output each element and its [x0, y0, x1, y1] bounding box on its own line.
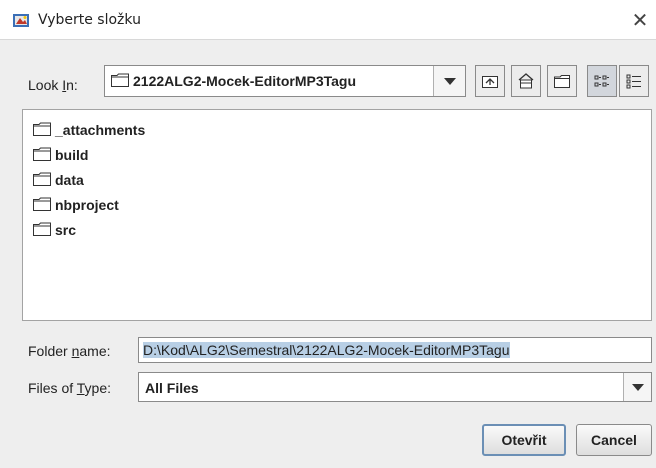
window-title: Vyberte složku [38, 12, 141, 28]
close-button[interactable]: ✕ [626, 6, 654, 34]
close-icon: ✕ [631, 8, 649, 32]
home-button[interactable] [511, 65, 541, 97]
file-name: src [55, 222, 77, 238]
look-in-label: Look In: [28, 77, 78, 93]
file-name: _attachments [55, 122, 146, 138]
title-bar[interactable]: Vyberte složku ✕ [0, 0, 656, 40]
up-one-level-button[interactable] [475, 65, 505, 97]
up-folder-icon [482, 76, 498, 88]
look-in-dropdown-button[interactable] [433, 66, 465, 96]
new-folder-icon [554, 75, 570, 88]
file-name: data [55, 172, 84, 188]
look-in-combo[interactable]: 2122ALG2-Mocek-EditorMP3Tagu [104, 65, 466, 97]
list-view-icon [594, 75, 609, 87]
home-icon [518, 73, 534, 89]
file-name: nbproject [55, 197, 119, 213]
new-folder-button[interactable] [547, 65, 577, 97]
files-of-type-label: Files of Type: [28, 380, 112, 396]
folder-icon [33, 122, 51, 136]
folder-icon [33, 147, 51, 161]
file-list[interactable]: _attachments build data nbproject src [22, 109, 652, 321]
files-of-type-dropdown-button[interactable] [623, 373, 651, 401]
folder-name-value: D:\Kod\ALG2\Semestral\2122ALG2-Mocek-Edi… [143, 342, 510, 358]
open-button[interactable]: Otevřit [482, 424, 566, 456]
java-app-icon [13, 14, 29, 27]
folder-icon [33, 222, 51, 236]
folder-icon [33, 197, 51, 211]
details-view-icon [626, 74, 641, 89]
folder-icon [111, 73, 129, 87]
details-view-button[interactable] [619, 65, 649, 97]
folder-name-label: Folder name: [28, 343, 111, 359]
folder-name-input[interactable]: D:\Kod\ALG2\Semestral\2122ALG2-Mocek-Edi… [138, 337, 652, 363]
files-of-type-value: All Files [145, 380, 199, 396]
chevron-down-icon [632, 384, 644, 391]
file-name: build [55, 147, 89, 163]
list-view-button[interactable] [587, 65, 617, 97]
folder-icon [33, 172, 51, 186]
look-in-value: 2122ALG2-Mocek-EditorMP3Tagu [133, 73, 357, 89]
cancel-button[interactable]: Cancel [576, 424, 652, 456]
file-chooser-dialog: Vyberte složku ✕ Look In: 2122ALG2-Mocek… [0, 0, 656, 468]
files-of-type-combo[interactable]: All Files [138, 372, 652, 402]
chevron-down-icon [444, 78, 456, 85]
